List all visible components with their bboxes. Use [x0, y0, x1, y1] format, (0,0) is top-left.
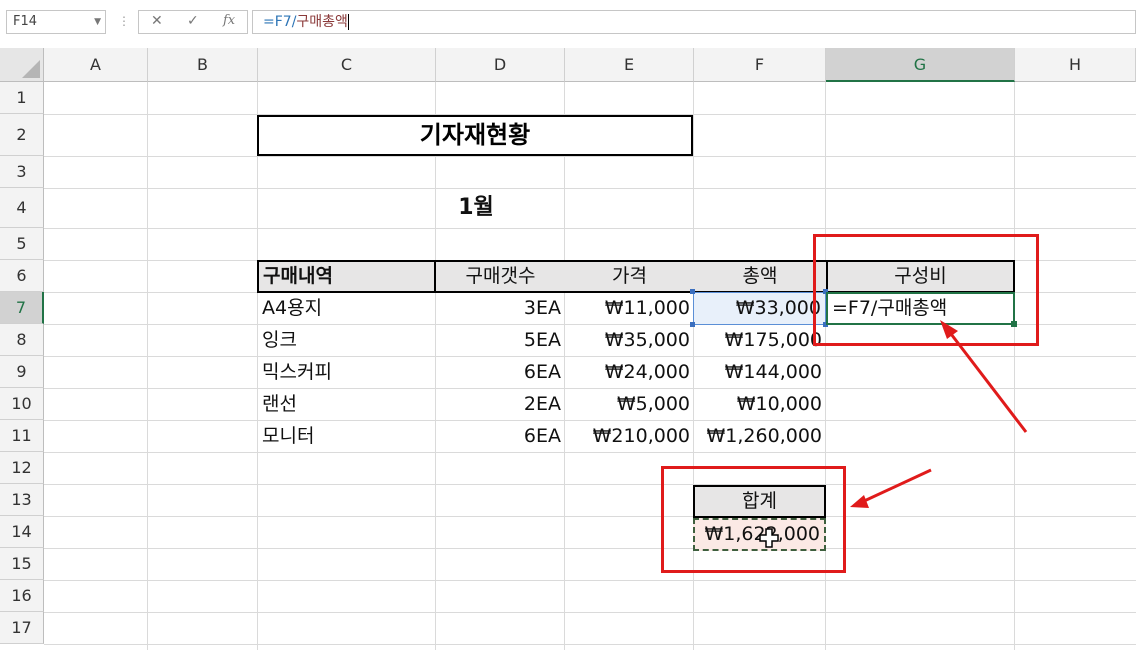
arrow-head-icon — [940, 320, 958, 339]
text-cursor — [347, 14, 349, 30]
formula-input[interactable]: =F7/구매총액 — [252, 10, 1136, 34]
arrow-to-formula — [946, 329, 1028, 433]
name-box[interactable]: F14 ▼ — [6, 10, 106, 34]
insert-function-icon[interactable]: fx — [223, 13, 235, 28]
arrow-head-icon — [850, 495, 869, 508]
name-box-value: F14 — [13, 14, 38, 29]
annotation-arrows — [850, 320, 1028, 508]
cancel-icon[interactable]: ✕ — [151, 13, 163, 29]
formula-text: 구매총액 — [296, 14, 348, 30]
formula-ref: =F7/ — [263, 14, 297, 30]
drag-handle-icon[interactable]: ⋮ — [118, 14, 130, 28]
formula-buttons: ✕ ✓ fx — [138, 10, 248, 34]
formula-bar: F14 ▼ ⋮ ✕ ✓ fx =F7/구매총액 — [0, 0, 1136, 48]
chevron-down-icon[interactable]: ▼ — [94, 11, 101, 33]
worksheet-grid: A B C D E F G H 1 2 3 4 5 6 7 8 9 10 11 … — [0, 48, 1136, 650]
arrow-to-sum — [861, 468, 932, 504]
enter-icon[interactable]: ✓ — [187, 13, 199, 29]
